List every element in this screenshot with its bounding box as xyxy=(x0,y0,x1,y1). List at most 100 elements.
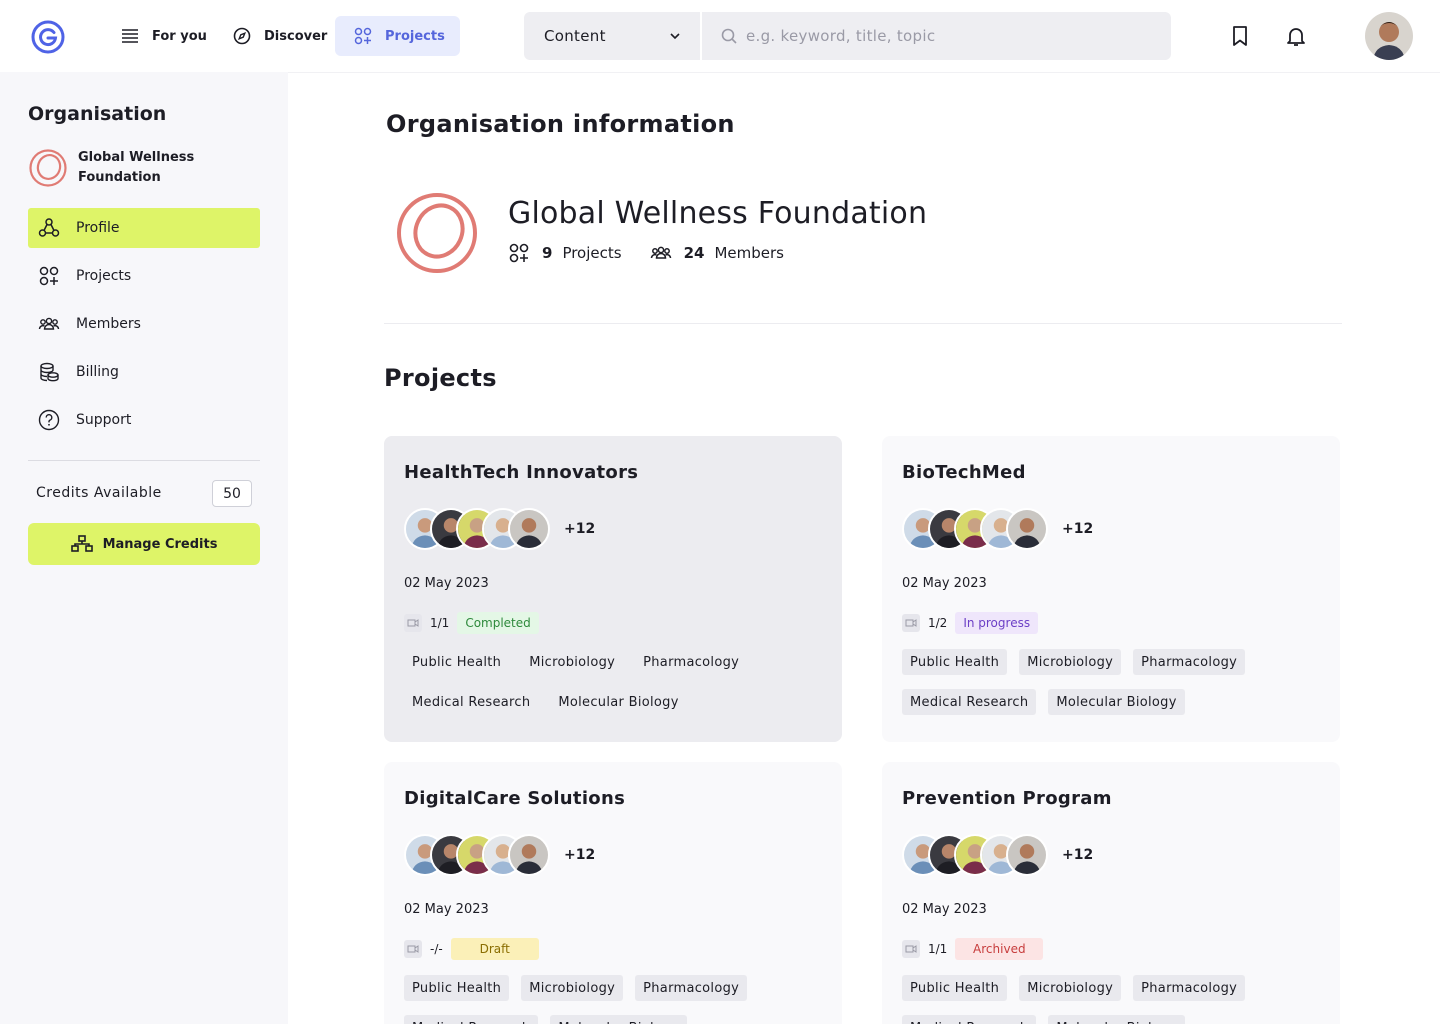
search-input[interactable] xyxy=(746,27,1126,45)
member-avatar xyxy=(508,834,550,876)
page-title: Organisation information xyxy=(386,110,735,138)
status-badge: Archived xyxy=(955,938,1044,960)
tag-list: Public Health Microbiology Pharmacology … xyxy=(404,649,824,715)
nav-for-you[interactable]: For you xyxy=(108,16,219,56)
sidebar-item-projects[interactable]: Projects xyxy=(28,256,260,296)
top-bar: For you Discover Projects Content xyxy=(0,0,1440,72)
more-members-count: +12 xyxy=(1062,521,1094,537)
sidebar-item-billing[interactable]: Billing xyxy=(28,352,260,392)
nav-projects[interactable]: Projects xyxy=(335,16,460,56)
nav-projects-label: Projects xyxy=(385,28,445,44)
tag: Microbiology xyxy=(521,975,624,1001)
tag: Pharmacology xyxy=(643,654,740,670)
nav-discover-label: Discover xyxy=(264,28,328,44)
search-category-value: Content xyxy=(544,27,606,45)
tag: Pharmacology xyxy=(635,975,748,1001)
tag: Molecular Biology xyxy=(1048,1015,1185,1024)
project-title: BioTechMed xyxy=(902,462,1026,483)
bookmark-icon[interactable] xyxy=(1228,24,1252,48)
member-avatar xyxy=(1006,834,1048,876)
tag: Medical Research xyxy=(902,1015,1037,1024)
session-count: 1/1 xyxy=(430,616,450,630)
projects-count: 9 xyxy=(542,244,553,262)
project-date: 02 May 2023 xyxy=(902,902,987,917)
tag: Molecular Biology xyxy=(558,694,679,710)
sidebar-item-profile[interactable]: Profile xyxy=(28,208,260,248)
project-meta: 1/1 Completed xyxy=(404,612,539,634)
user-avatar[interactable] xyxy=(1365,12,1413,60)
tag: Pharmacology xyxy=(1133,649,1246,675)
project-title: Prevention Program xyxy=(902,788,1112,809)
projects-count-label: Projects xyxy=(562,244,622,262)
tag: Microbiology xyxy=(529,654,616,670)
bell-icon[interactable] xyxy=(1284,24,1308,48)
sidebar-org[interactable]: Global Wellness Foundation xyxy=(28,148,198,188)
grid-plus-icon xyxy=(354,27,372,45)
org-stats: 9 Projects 24 Members xyxy=(508,242,784,264)
tag: Molecular Biology xyxy=(550,1015,687,1024)
member-avatars: +12 xyxy=(902,508,1093,550)
project-title: HealthTech Innovators xyxy=(404,462,639,483)
tag: Medical Research xyxy=(412,694,531,710)
tag: Public Health xyxy=(902,649,1008,675)
search-icon xyxy=(721,28,737,44)
project-date: 02 May 2023 xyxy=(404,576,489,591)
member-avatars: +12 xyxy=(902,834,1093,876)
project-card[interactable]: DigitalCare Solutions +12 02 May 2023 -/… xyxy=(384,762,842,1024)
manage-credits-label: Manage Credits xyxy=(102,536,218,552)
more-members-count: +12 xyxy=(1062,847,1094,863)
session-count: 1/1 xyxy=(928,942,948,956)
projects-section-title: Projects xyxy=(384,364,497,392)
project-meta: 1/1 Archived xyxy=(902,938,1044,960)
app-logo-icon[interactable] xyxy=(30,19,66,55)
sidebar-title: Organisation xyxy=(28,103,167,125)
project-card[interactable]: HealthTech Innovators +12 02 May 2023 1/… xyxy=(384,436,842,742)
sidebar-item-label: Profile xyxy=(76,220,120,236)
member-avatars: +12 xyxy=(404,834,595,876)
sidebar-divider xyxy=(28,460,260,461)
credits-value: 50 xyxy=(212,480,252,507)
tag: Public Health xyxy=(404,975,510,1001)
tag: Public Health xyxy=(412,654,502,670)
project-card[interactable]: BioTechMed +12 02 May 2023 1/2 In progre… xyxy=(882,436,1340,742)
more-members-count: +12 xyxy=(564,521,596,537)
status-badge: In progress xyxy=(955,612,1039,634)
tag-list: Public Health Microbiology Pharmacology … xyxy=(902,649,1322,715)
project-meta: -/- Draft xyxy=(404,938,539,960)
member-avatar xyxy=(1006,508,1048,550)
manage-credits-button[interactable]: Manage Credits xyxy=(28,523,260,565)
help-icon xyxy=(38,409,60,431)
list-icon xyxy=(122,29,138,43)
sidebar-item-support[interactable]: Support xyxy=(28,400,260,440)
section-divider xyxy=(384,323,1342,324)
tag-list: Public Health Microbiology Pharmacology … xyxy=(902,975,1322,1024)
shapes-icon xyxy=(38,218,60,237)
chevron-down-icon xyxy=(670,33,680,40)
tag: Microbiology xyxy=(1019,649,1122,675)
org-name: Global Wellness Foundation xyxy=(508,196,928,231)
sidebar-org-name: Global Wellness Foundation xyxy=(78,150,195,185)
sidebar-item-members[interactable]: Members xyxy=(28,304,260,344)
more-members-count: +12 xyxy=(564,847,596,863)
sidebar-item-label: Support xyxy=(76,412,132,428)
search-bar: Content xyxy=(524,12,1171,60)
tag-list: Public Health Microbiology Pharmacology … xyxy=(404,975,824,1024)
search-category-select[interactable]: Content xyxy=(524,12,702,60)
coins-icon xyxy=(40,362,59,382)
tag: Pharmacology xyxy=(1133,975,1246,1001)
users-icon xyxy=(650,246,671,259)
sidebar-item-label: Projects xyxy=(76,268,132,284)
members-count: 24 xyxy=(683,244,705,262)
tag: Medical Research xyxy=(404,1015,539,1024)
nav-discover[interactable]: Discover xyxy=(220,16,339,56)
status-badge: Completed xyxy=(457,612,539,634)
tag: Molecular Biology xyxy=(1048,689,1185,715)
grid-plus-icon xyxy=(509,243,529,263)
members-count-label: Members xyxy=(714,244,784,262)
project-card[interactable]: Prevention Program +12 02 May 2023 1/1 A… xyxy=(882,762,1340,1024)
project-title: DigitalCare Solutions xyxy=(404,788,626,809)
camera-icon xyxy=(404,614,422,632)
search-input-wrap xyxy=(702,27,1171,45)
member-avatar xyxy=(508,508,550,550)
sidebar-item-label: Billing xyxy=(76,364,119,380)
